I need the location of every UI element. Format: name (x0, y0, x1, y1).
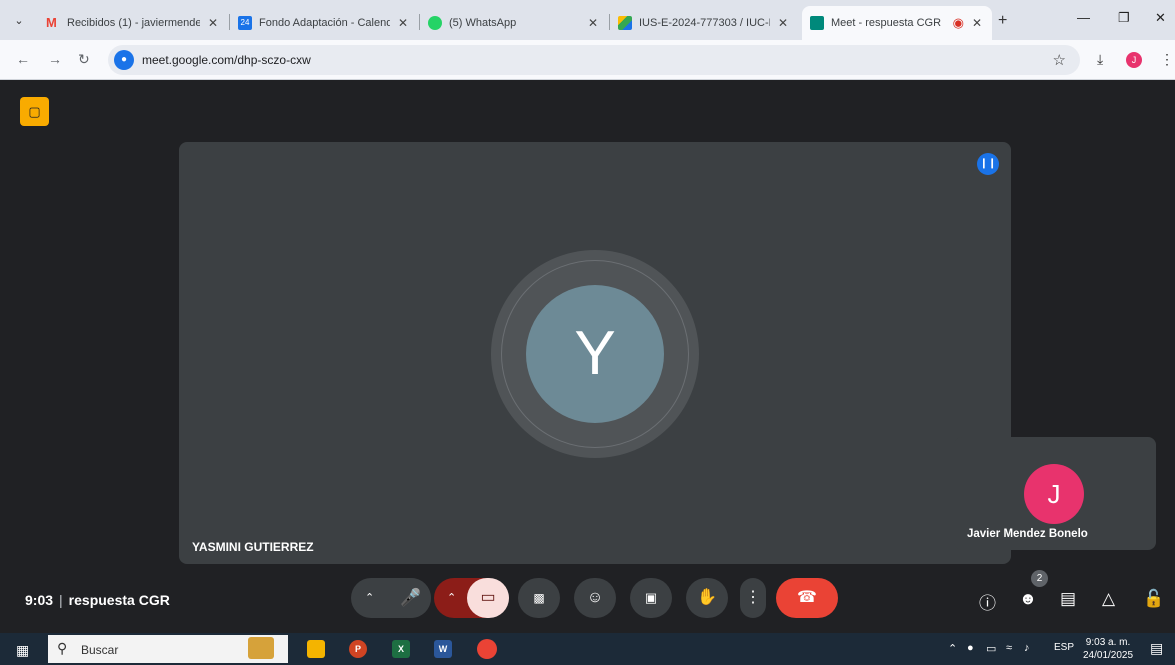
camera-toggle-button[interactable]: ▭ (467, 578, 509, 618)
gmail-icon: M (46, 15, 57, 30)
close-icon[interactable]: ✕ (396, 16, 410, 30)
main-participant-avatar: Y (526, 285, 664, 423)
file-explorer-icon[interactable] (307, 640, 325, 658)
present-icon: ▣ (644, 590, 658, 605)
back-icon[interactable]: ← (16, 51, 30, 67)
menu-dots-icon[interactable]: ⋮ (1160, 51, 1174, 68)
chrome-icon[interactable] (477, 639, 497, 659)
reactions-button[interactable]: ☺ (574, 578, 616, 618)
reload-icon[interactable]: ↻ (78, 51, 90, 68)
microphone-icon: 🎤 (400, 588, 422, 607)
windows-taskbar: ▦ ⚲ Buscar P X W ⌃ ● ▭ ≈ ♪ ESP 9:03 a. m… (0, 633, 1175, 665)
briefcase-icon[interactable] (248, 637, 274, 659)
profile-avatar[interactable]: J (1126, 52, 1142, 68)
self-participant-tile[interactable]: J Javier Mendez Bonelo (954, 437, 1156, 550)
close-icon[interactable]: ✕ (776, 16, 790, 30)
tab-whatsapp[interactable]: (5) WhatsApp ✕ (420, 6, 608, 40)
meeting-details-icon[interactable]: ⓘ (979, 589, 996, 614)
powerpoint-icon[interactable]: P (349, 640, 367, 658)
hang-up-icon: ☎ (797, 589, 817, 606)
host-controls-icon[interactable]: 🔓 (1143, 589, 1164, 609)
captions-button[interactable]: ▩ (518, 578, 560, 618)
browser-toolbar: ← → ↻ ● meet.google.com/dhp-sczo-cxw ☆ ⤓… (0, 40, 1175, 80)
more-options-button[interactable]: ⋮ (740, 578, 766, 618)
meet-icon (810, 16, 824, 30)
taskbar-date: 24/01/2025 (1083, 650, 1134, 661)
word-icon[interactable]: W (434, 640, 452, 658)
window-close-icon[interactable]: ✕ (1155, 10, 1166, 26)
tab-meet[interactable]: Meet - respuesta CGR ◉ ✕ (802, 6, 992, 40)
tab-strip: ⌄ M Recibidos (1) - javiermendez ✕ 24 Fo… (0, 0, 1175, 40)
tab-label: IUS-E-2024-777303 / IUC-D (639, 17, 770, 29)
tab-label: Recibidos (1) - javiermendez (67, 17, 200, 29)
close-icon[interactable]: ✕ (970, 16, 984, 30)
leave-call-button[interactable]: ☎ (776, 578, 838, 618)
taskbar-time: 9:03 a. m. (1085, 637, 1131, 648)
new-tab-icon[interactable]: + (998, 12, 1007, 30)
download-icon[interactable]: ⤓ (1097, 51, 1103, 68)
taskbar-clock[interactable]: 9:03 a. m. 24/01/2025 (1083, 636, 1133, 662)
meeting-info: 9:03 | respuesta CGR (25, 592, 170, 608)
people-icon[interactable]: ☻ (1019, 589, 1037, 609)
tab-label: Meet - respuesta CGR (831, 17, 942, 29)
more-vert-icon: ⋮ (745, 589, 761, 606)
camera-off-badge-icon[interactable]: ▢ (20, 97, 49, 126)
main-participant-name: YASMINI GUTIERREZ (192, 540, 314, 554)
battery-icon[interactable]: ▭ (986, 642, 996, 655)
close-icon[interactable]: ✕ (586, 16, 600, 30)
self-participant-avatar: J (1024, 464, 1084, 524)
activities-icon[interactable]: △ (1102, 589, 1115, 609)
hand-icon: ✋ (697, 589, 717, 606)
tab-gmail[interactable]: M Recibidos (1) - javiermendez ✕ (38, 6, 228, 40)
meet-stage: ▢ ❙❙ Y YASMINI GUTIERREZ J Javier Mendez… (0, 81, 1175, 630)
meeting-title: respuesta CGR (68, 592, 170, 608)
search-icon: ⚲ (57, 640, 68, 656)
self-participant-name: Javier Mendez Bonelo (967, 528, 1088, 540)
mic-site-icon[interactable]: ● (114, 50, 134, 70)
captions-icon: ▩ (533, 591, 545, 605)
speaking-indicator-icon: ❙❙ (977, 153, 999, 175)
close-icon[interactable]: ✕ (206, 16, 220, 30)
whatsapp-icon (428, 16, 442, 30)
raise-hand-button[interactable]: ✋ (686, 578, 728, 618)
emoji-icon: ☺ (586, 589, 604, 606)
tab-drive[interactable]: IUS-E-2024-777303 / IUC-D ✕ (610, 6, 798, 40)
tray-mic-icon[interactable]: ● (967, 642, 974, 654)
main-participant-tile[interactable]: ❙❙ Y YASMINI GUTIERREZ (179, 142, 1011, 564)
restore-icon[interactable]: ❐ (1118, 10, 1130, 26)
minimize-icon[interactable]: — (1077, 10, 1090, 25)
tab-label: (5) WhatsApp (449, 17, 517, 29)
volume-icon[interactable]: ♪ (1024, 642, 1030, 654)
address-url[interactable]: meet.google.com/dhp-sczo-cxw (142, 53, 311, 67)
camera-off-icon: ▭ (480, 589, 496, 606)
calendar-icon: 24 (238, 16, 252, 30)
people-count-badge: 2 (1031, 570, 1048, 587)
taskbar-search[interactable]: ⚲ Buscar (48, 635, 288, 663)
windows-start-icon[interactable]: ▦ (16, 642, 29, 659)
meeting-clock: 9:03 (25, 592, 54, 608)
taskbar-search-placeholder: Buscar (81, 643, 119, 657)
wifi-icon[interactable]: ≈ (1006, 642, 1012, 654)
bookmark-star-icon[interactable]: ☆ (1053, 51, 1066, 69)
present-screen-button[interactable]: ▣ (630, 578, 672, 618)
language-indicator[interactable]: ESP (1054, 642, 1074, 653)
forward-icon[interactable]: → (48, 51, 62, 67)
address-bar[interactable]: ● meet.google.com/dhp-sczo-cxw ☆ (108, 45, 1080, 75)
recording-icon: ◉ (952, 15, 964, 30)
divider: | (59, 592, 63, 608)
chat-icon[interactable]: ▤ (1060, 589, 1076, 609)
microphone-button[interactable]: 🎤 (391, 578, 431, 618)
chevron-up-icon[interactable]: ⌃ (447, 592, 456, 604)
excel-icon[interactable]: X (392, 640, 410, 658)
tab-search-chevron-icon[interactable]: ⌄ (10, 12, 28, 30)
tab-label: Fondo Adaptación - Calenda (259, 17, 390, 29)
chevron-up-icon[interactable]: ⌃ (365, 592, 374, 604)
drive-icon (618, 16, 632, 30)
tab-calendar[interactable]: 24 Fondo Adaptación - Calenda ✕ (230, 6, 418, 40)
tray-chevron-icon[interactable]: ⌃ (948, 642, 957, 655)
notifications-icon[interactable]: ▤ (1150, 640, 1163, 657)
